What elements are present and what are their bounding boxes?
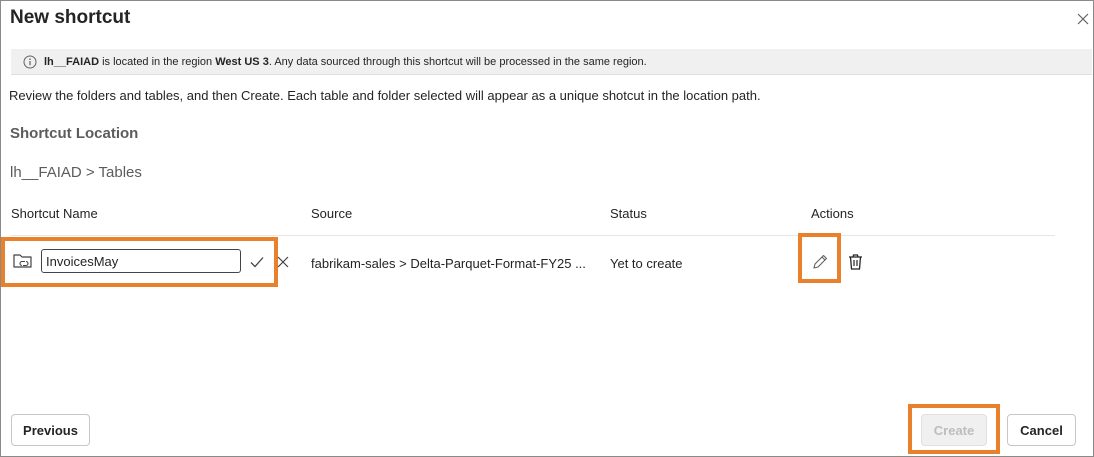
create-button[interactable]: Create: [921, 414, 987, 446]
header-divider: [11, 235, 1055, 236]
checkmark-icon[interactable]: [249, 254, 265, 270]
column-header-source: Source: [311, 206, 353, 221]
shortcut-location-path: lh__FAIAD > Tables: [10, 164, 142, 181]
cancel-edit-icon[interactable]: [276, 255, 290, 269]
column-header-actions: Actions: [811, 206, 854, 221]
banner-text-2: . Any data sourced through this shortcut…: [268, 55, 647, 68]
banner-region: West US 3: [215, 55, 269, 68]
cancel-button[interactable]: Cancel: [1007, 414, 1076, 446]
dialog-description: Review the folders and tables, and then …: [9, 88, 761, 103]
info-icon: [23, 55, 37, 68]
row-status: Yet to create: [610, 256, 683, 271]
pencil-icon[interactable]: [811, 253, 829, 271]
trash-icon[interactable]: [847, 253, 864, 271]
new-shortcut-dialog: New shortcut lh__FAIAD is located in the…: [0, 0, 1094, 457]
banner-text-1: is located in the region: [102, 55, 213, 68]
shortcut-location-heading: Shortcut Location: [10, 125, 139, 142]
shortcut-name-input[interactable]: [41, 249, 241, 273]
close-icon[interactable]: [1075, 11, 1091, 27]
previous-button[interactable]: Previous: [11, 414, 90, 446]
row-source: fabrikam-sales > Delta-Parquet-Format-FY…: [311, 256, 586, 271]
banner-lakehouse-name: lh__FAIAD: [44, 55, 100, 68]
region-info-banner: lh__FAIAD is located in the region West …: [11, 49, 1092, 75]
shortcut-folder-icon: [13, 254, 32, 268]
column-header-status: Status: [610, 206, 647, 221]
column-header-shortcut-name: Shortcut Name: [11, 206, 98, 221]
dialog-title: New shortcut: [10, 7, 131, 28]
